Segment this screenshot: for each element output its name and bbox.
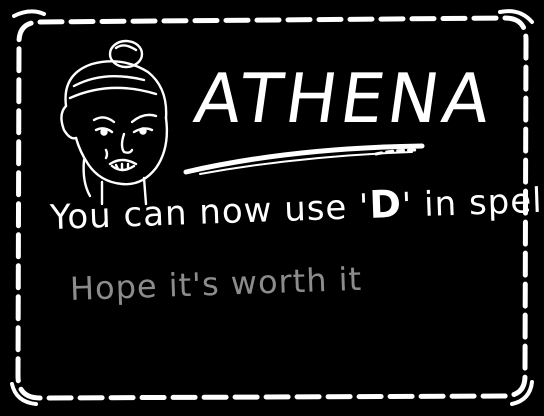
unlock-card: ATHENA You can now use 'D' in spells Hop… bbox=[0, 0, 544, 416]
message-suffix: in spells bbox=[423, 179, 544, 225]
title-underline bbox=[183, 143, 425, 175]
character-name: ATHENA bbox=[189, 60, 499, 139]
athena-portrait-icon bbox=[60, 39, 169, 206]
unlocked-key: D bbox=[368, 181, 403, 227]
